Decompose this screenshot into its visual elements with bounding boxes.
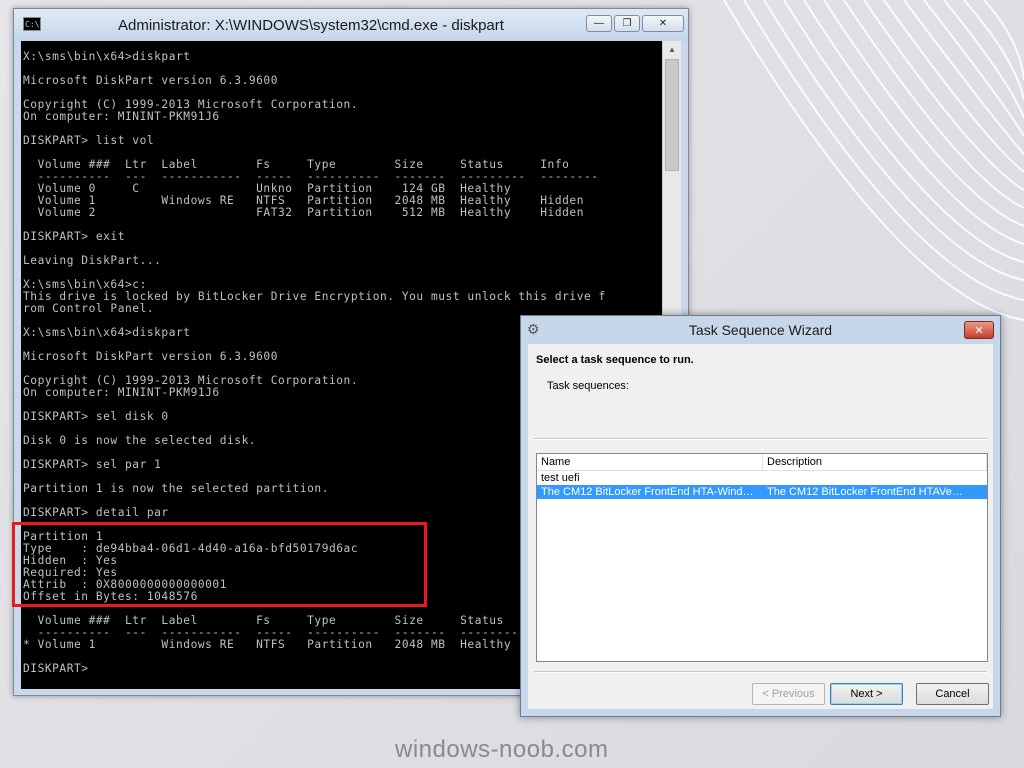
previous-button[interactable]: < Previous: [752, 683, 825, 705]
wizard-separator-top: [534, 438, 987, 440]
list-item-description: The CM12 BitLocker FrontEnd HTAVe…: [767, 486, 963, 498]
list-item-name: test uefi: [541, 472, 580, 484]
wizard-separator-bottom: [534, 671, 987, 673]
site-watermark: windows-noob.com: [395, 736, 609, 763]
cmd-app-icon: C:\: [23, 17, 41, 31]
next-button[interactable]: Next >: [830, 683, 903, 705]
scroll-up-arrow-icon[interactable]: ▲: [663, 41, 681, 58]
wizard-titlebar[interactable]: ⚙ Task Sequence Wizard ✕: [521, 316, 1000, 344]
list-item-name: The CM12 BitLocker FrontEnd HTA-Window…: [541, 486, 763, 498]
task-sequence-list[interactable]: Name Description test uefi The CM12 BitL…: [536, 453, 988, 662]
task-sequence-wizard-window: ⚙ Task Sequence Wizard ✕ Select a task s…: [520, 315, 1001, 717]
close-button[interactable]: ✕: [642, 15, 684, 32]
cmd-window-title: Administrator: X:\WINDOWS\system32\cmd.e…: [118, 17, 504, 34]
wizard-heading: Select a task sequence to run.: [536, 354, 694, 366]
minimize-button[interactable]: —: [586, 15, 612, 32]
cancel-button[interactable]: Cancel: [916, 683, 989, 705]
list-item-description: [763, 471, 987, 485]
partition-details-highlight-box: [12, 522, 427, 607]
wizard-close-button[interactable]: ✕: [964, 321, 994, 339]
restore-button[interactable]: ❐: [614, 15, 640, 32]
wizard-title: Task Sequence Wizard: [688, 322, 833, 338]
list-header: Name Description: [537, 454, 987, 471]
list-item[interactable]: test uefi: [537, 471, 987, 485]
list-item-selected[interactable]: The CM12 BitLocker FrontEnd HTA-Window… …: [537, 485, 987, 499]
column-header-description[interactable]: Description: [763, 454, 987, 470]
wizard-body: Select a task sequence to run. Task sequ…: [528, 344, 993, 709]
cmd-titlebar[interactable]: C:\ Administrator: X:\WINDOWS\system32\c…: [14, 9, 688, 41]
task-sequences-label: Task sequences:: [547, 380, 629, 392]
column-header-name[interactable]: Name: [537, 454, 763, 470]
scrollbar-thumb[interactable]: [665, 59, 679, 171]
